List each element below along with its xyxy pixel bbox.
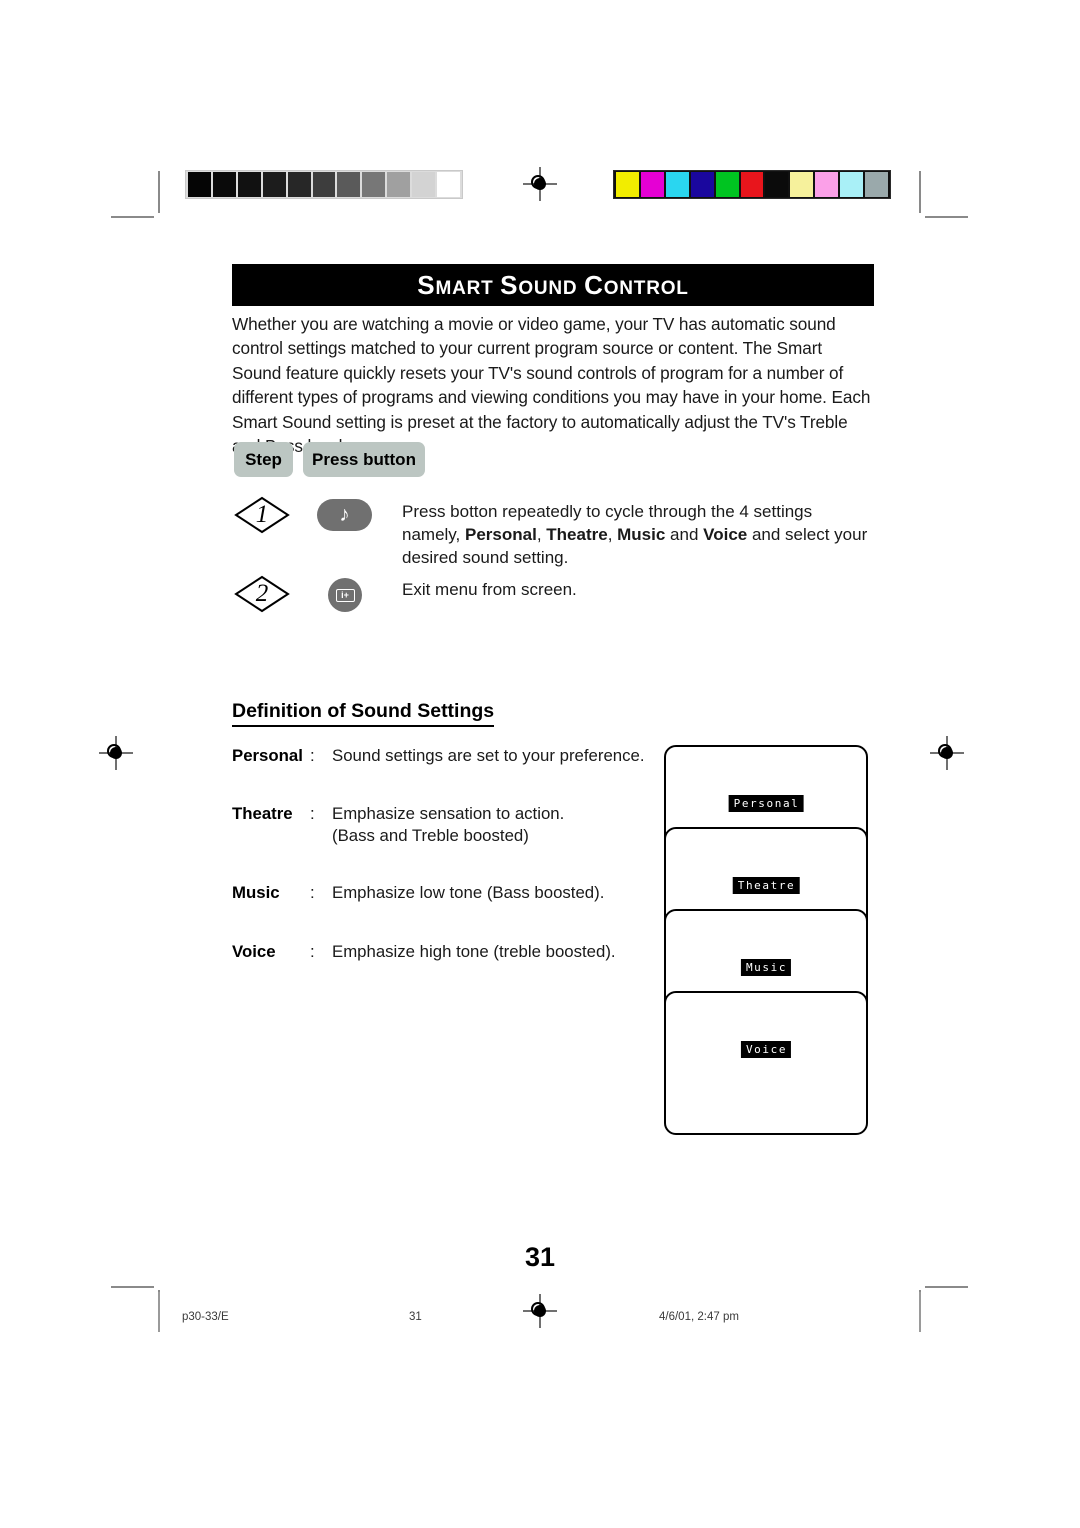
footer-file-name: p30-33/E (182, 1311, 229, 1323)
page-number: 31 (524, 1242, 556, 1272)
osd-label-voice: Voice (740, 1041, 792, 1058)
definition-term: Personal (232, 746, 303, 765)
definitions-heading: Definition of Sound Settings (232, 700, 495, 727)
press-button-column-header: Press button (303, 442, 425, 477)
definition-term: Voice (232, 942, 276, 961)
step-column-header: Step (234, 442, 293, 477)
definition-row-theatre: Theatre: Emphasize sensation to action. (… (232, 803, 652, 847)
step-1-instruction: Press botton repeatedly to cycle through… (402, 502, 868, 567)
crop-mark-left-upper (111, 216, 154, 218)
definition-row-voice: Voice: Emphasize high tone (treble booste… (232, 941, 652, 963)
footer-timestamp: 4/6/01, 2:47 pm (659, 1311, 739, 1323)
step-2-diamond: 2 (234, 575, 290, 613)
registration-mark-right (930, 736, 964, 770)
step-1-number: 1 (255, 501, 269, 528)
document-page: SMART SOUND CONTROL Whether you are watc… (0, 0, 1080, 1528)
definition-separator: : (310, 746, 315, 765)
definition-separator: : (310, 942, 315, 961)
definition-description: Emphasize low tone (Bass boosted). (332, 883, 605, 902)
step-2-instruction: Exit menu from screen. (402, 580, 577, 599)
definition-separator: : (310, 883, 315, 902)
registration-mark-bottom (523, 1294, 557, 1328)
grayscale-calibration-strip (185, 170, 463, 199)
crop-mark-top-right (919, 171, 921, 213)
crop-mark-right-upper (925, 216, 968, 218)
music-note-button[interactable]: ♪ (317, 499, 372, 531)
info-plus-button[interactable]: i+ (328, 578, 362, 612)
intro-paragraph: Whether you are watching a movie or vide… (232, 314, 871, 457)
osd-label-theatre: Theatre (732, 877, 800, 894)
music-note-icon: ♪ (339, 503, 350, 526)
definition-row-music: Music: Emphasize low tone (Bass boosted). (232, 882, 652, 904)
info-plus-icon: i+ (335, 588, 355, 602)
crop-mark-left-lower (111, 1286, 154, 1288)
definition-description: Emphasize high tone (treble boosted). (332, 942, 616, 961)
page-title: SMART SOUND CONTROL (417, 269, 689, 300)
tv-screen-voice: Voice (664, 991, 868, 1135)
definition-description: Sound settings are set to your preferenc… (332, 746, 645, 765)
definition-subnote: (Bass and Treble boosted) (332, 826, 529, 845)
definition-term: Music (232, 883, 280, 902)
definition-separator: : (310, 804, 315, 823)
definition-term: Theatre (232, 804, 293, 823)
registration-mark-left (99, 736, 133, 770)
footer-rule-right (919, 1292, 921, 1332)
step-1-diamond: 1 (234, 496, 290, 534)
step-2-number: 2 (255, 580, 269, 607)
crop-mark-top-left (158, 171, 160, 213)
registration-mark-top (523, 167, 557, 201)
footer-rule-left (158, 1292, 160, 1332)
tv-screen-stack: Personal Theatre Music Voice (664, 745, 868, 1135)
definition-row-personal: Personal: Sound settings are set to your … (232, 745, 652, 767)
page-title-bar: SMART SOUND CONTROL (232, 264, 874, 306)
osd-label-personal: Personal (728, 795, 804, 812)
osd-label-music: Music (740, 959, 792, 976)
definition-description: Emphasize sensation to action. (332, 804, 565, 823)
color-calibration-strip (613, 170, 891, 199)
footer-page: 31 (409, 1311, 422, 1323)
crop-mark-right-lower (925, 1286, 968, 1288)
